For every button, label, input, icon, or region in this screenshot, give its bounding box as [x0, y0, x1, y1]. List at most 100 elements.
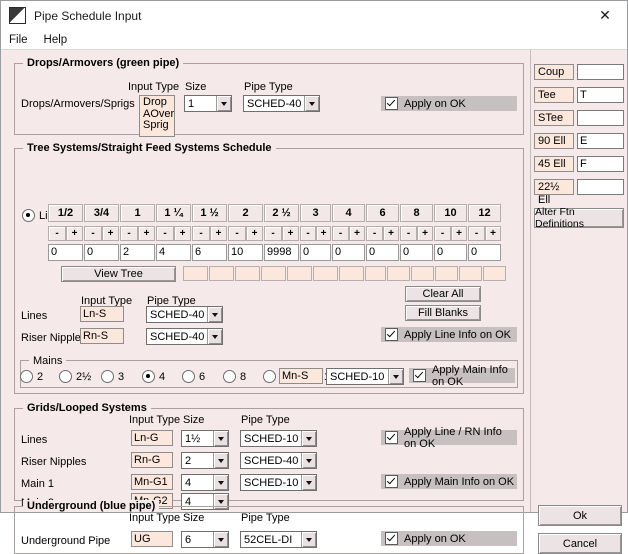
chevron-down-icon[interactable] — [301, 475, 316, 490]
drops-size-combo[interactable]: 1 — [184, 95, 232, 112]
grid-count-input[interactable]: 0 — [400, 244, 433, 261]
tree-riser-nipples-input-type[interactable]: Rn-S — [80, 328, 124, 344]
grid-increment-button[interactable]: + — [451, 226, 467, 241]
chevron-down-icon[interactable] — [213, 532, 228, 547]
grid-size-header[interactable]: 6 — [366, 204, 399, 222]
underground-input-type[interactable]: UG — [131, 531, 173, 547]
grid-size-header[interactable]: 1 ¼ — [156, 204, 191, 222]
radio-indicator[interactable] — [263, 370, 276, 383]
mains-size-radio-2[interactable]: 2 — [20, 370, 43, 383]
chevron-down-icon[interactable] — [301, 431, 316, 446]
checkbox-indicator[interactable] — [385, 97, 398, 110]
grid-count-input[interactable]: 0 — [434, 244, 467, 261]
grid-decrement-button[interactable]: - — [332, 226, 349, 241]
tree-lines-input-type[interactable]: Ln-S — [80, 306, 124, 322]
grid-decrement-button[interactable]: - — [264, 226, 282, 241]
fitting-value-90ell[interactable]: E — [577, 133, 624, 149]
tree-lines-pipe-type-combo[interactable]: SCHED-40 — [146, 306, 223, 323]
chevron-down-icon[interactable] — [213, 431, 228, 446]
grids-lines-input-type[interactable]: Ln-G — [131, 430, 173, 446]
grid-increment-button[interactable]: + — [316, 226, 331, 241]
grid-decrement-button[interactable]: - — [192, 226, 210, 241]
grid-increment-button[interactable]: + — [246, 226, 263, 241]
menu-help[interactable]: Help — [44, 34, 68, 46]
checkbox-indicator[interactable] — [385, 328, 398, 341]
listbox-item-sprig[interactable]: Sprig — [143, 119, 171, 132]
mains-input-type[interactable]: Mn-S — [279, 368, 323, 384]
drops-input-type-listbox[interactable]: Drop AOver Sprig — [139, 95, 175, 137]
grid-orange-cell[interactable] — [411, 266, 434, 281]
radio-indicator[interactable] — [59, 370, 72, 383]
grid-orange-cell[interactable] — [313, 266, 338, 281]
grid-count-input[interactable]: 2 — [120, 244, 155, 261]
close-icon[interactable]: ✕ — [583, 1, 627, 30]
grid-count-input[interactable]: 10 — [228, 244, 263, 261]
grid-increment-button[interactable]: + — [485, 226, 501, 241]
fitting-value-coup[interactable] — [577, 64, 624, 80]
grid-increment-button[interactable]: + — [282, 226, 299, 241]
menu-file[interactable]: File — [9, 34, 28, 46]
radio-indicator[interactable] — [182, 370, 195, 383]
grid-decrement-button[interactable]: - — [84, 226, 102, 241]
chevron-down-icon[interactable] — [216, 96, 231, 111]
grid-decrement-button[interactable]: - — [120, 226, 138, 241]
fitting-value-45ell[interactable]: F — [577, 156, 624, 172]
grid-decrement-button[interactable]: - — [400, 226, 417, 241]
grids-main1-input-type[interactable]: Mn-G1 — [131, 474, 173, 490]
radio-indicator[interactable] — [20, 370, 33, 383]
grid-orange-cell[interactable] — [209, 266, 234, 281]
mains-apply-main-info-checkbox[interactable]: Apply Main Info on OK — [409, 364, 515, 388]
mains-size-radio-4[interactable]: 4 — [142, 370, 165, 383]
mains-size-radio-8[interactable]: 8 — [223, 370, 246, 383]
grids-main1-pipe-type-combo[interactable]: SCHED-10 — [240, 474, 317, 491]
grid-count-input[interactable]: 9998 — [264, 244, 299, 261]
underground-size-combo[interactable]: 6 — [181, 531, 229, 548]
grid-increment-button[interactable]: + — [383, 226, 399, 241]
underground-apply-on-ok-checkbox[interactable]: Apply on OK — [381, 531, 517, 546]
grid-increment-button[interactable]: + — [210, 226, 227, 241]
grids-apply-line-rn-checkbox[interactable]: Apply Line / RN Info on OK — [381, 426, 517, 450]
chevron-down-icon[interactable] — [388, 369, 403, 384]
fitting-value-22ell[interactable] — [577, 179, 624, 195]
grid-size-header[interactable]: 1/2 — [48, 204, 83, 222]
alter-ftn-definitions-button[interactable]: Alter Ftn Definitions — [534, 206, 624, 230]
grid-orange-cell[interactable] — [235, 266, 260, 281]
grid-increment-button[interactable]: + — [417, 226, 433, 241]
chevron-down-icon[interactable] — [304, 96, 319, 111]
grid-count-input[interactable]: 0 — [468, 244, 501, 261]
listbox-item-drop[interactable]: Drop — [143, 96, 171, 109]
grid-orange-cell[interactable] — [459, 266, 482, 281]
grids-riser-nipples-pipe-type-combo[interactable]: SCHED-40 — [240, 452, 317, 469]
grid-count-input[interactable]: 0 — [48, 244, 83, 261]
grid-orange-cell[interactable] — [287, 266, 312, 281]
grids-lines-pipe-type-combo[interactable]: SCHED-10 — [240, 430, 317, 447]
checkbox-indicator[interactable] — [385, 475, 398, 488]
drops-pipe-type-combo[interactable]: SCHED-40 — [243, 95, 320, 112]
chevron-down-icon[interactable] — [301, 453, 316, 468]
mains-size-radio-2[interactable]: 2½ — [59, 370, 91, 383]
grid-increment-button[interactable]: + — [174, 226, 191, 241]
grid-decrement-button[interactable]: - — [300, 226, 316, 241]
drops-apply-on-ok-checkbox[interactable]: Apply on OK — [381, 96, 517, 111]
tree-riser-nipples-pipe-type-combo[interactable]: SCHED-40 — [146, 328, 223, 345]
grid-decrement-button[interactable]: - — [156, 226, 174, 241]
grid-count-input[interactable]: 4 — [156, 244, 191, 261]
chevron-down-icon[interactable] — [213, 475, 228, 490]
grid-size-header[interactable]: 10 — [434, 204, 467, 222]
grid-size-header[interactable]: 1 — [120, 204, 155, 222]
checkbox-indicator[interactable] — [385, 532, 398, 545]
fitting-value-tee[interactable]: T — [577, 87, 624, 103]
fitting-value-stee[interactable] — [577, 110, 624, 126]
grid-size-header[interactable]: 2 — [228, 204, 263, 222]
grid-orange-cell[interactable] — [483, 266, 506, 281]
grids-main1-size-combo[interactable]: 4 — [181, 474, 229, 491]
grid-count-input[interactable]: 0 — [332, 244, 365, 261]
tree-apply-line-info-checkbox[interactable]: Apply Line Info on OK — [381, 327, 517, 342]
grid-increment-button[interactable]: + — [349, 226, 365, 241]
chevron-down-icon[interactable] — [301, 532, 316, 547]
grid-orange-cell[interactable] — [365, 266, 386, 281]
grid-count-input[interactable]: 0 — [300, 244, 331, 261]
underground-pipe-type-combo[interactable]: 52CEL-DI — [240, 531, 317, 548]
grid-size-header[interactable]: 3/4 — [84, 204, 119, 222]
grid-size-header[interactable]: 8 — [400, 204, 433, 222]
